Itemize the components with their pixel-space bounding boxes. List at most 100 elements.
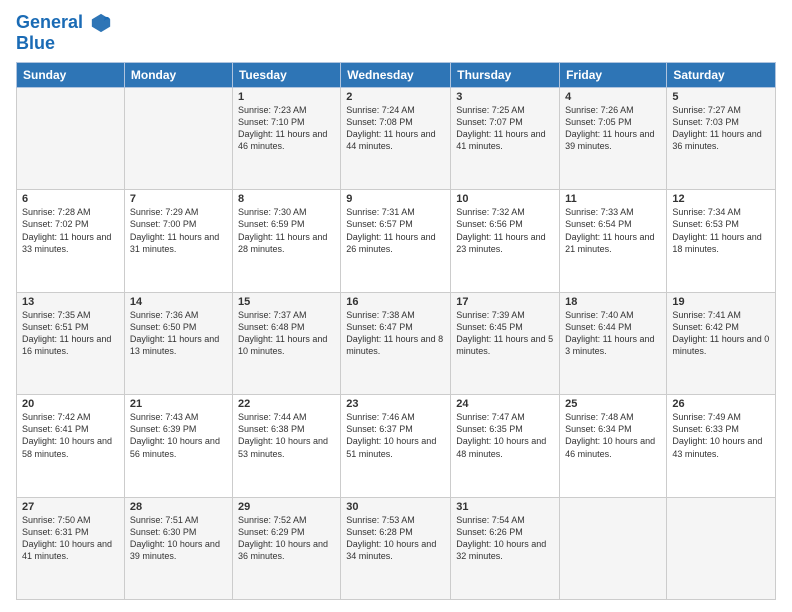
day-cell: 11Sunrise: 7:33 AMSunset: 6:54 PMDayligh… <box>560 190 667 292</box>
day-cell <box>124 87 232 189</box>
day-info: Sunrise: 7:47 AMSunset: 6:35 PMDaylight:… <box>456 411 554 460</box>
day-info: Sunrise: 7:28 AMSunset: 7:02 PMDaylight:… <box>22 206 119 255</box>
col-header-friday: Friday <box>560 62 667 87</box>
day-info: Sunrise: 7:43 AMSunset: 6:39 PMDaylight:… <box>130 411 227 460</box>
day-number: 8 <box>238 193 335 205</box>
day-info: Sunrise: 7:33 AMSunset: 6:54 PMDaylight:… <box>565 206 661 255</box>
day-cell: 2Sunrise: 7:24 AMSunset: 7:08 PMDaylight… <box>341 87 451 189</box>
day-info: Sunrise: 7:50 AMSunset: 6:31 PMDaylight:… <box>22 514 119 563</box>
day-cell: 4Sunrise: 7:26 AMSunset: 7:05 PMDaylight… <box>560 87 667 189</box>
day-cell: 20Sunrise: 7:42 AMSunset: 6:41 PMDayligh… <box>17 395 125 497</box>
day-cell: 24Sunrise: 7:47 AMSunset: 6:35 PMDayligh… <box>451 395 560 497</box>
day-cell: 26Sunrise: 7:49 AMSunset: 6:33 PMDayligh… <box>667 395 776 497</box>
day-info: Sunrise: 7:31 AMSunset: 6:57 PMDaylight:… <box>346 206 445 255</box>
day-number: 18 <box>565 296 661 308</box>
day-number: 17 <box>456 296 554 308</box>
col-header-saturday: Saturday <box>667 62 776 87</box>
day-cell: 5Sunrise: 7:27 AMSunset: 7:03 PMDaylight… <box>667 87 776 189</box>
day-cell: 7Sunrise: 7:29 AMSunset: 7:00 PMDaylight… <box>124 190 232 292</box>
day-info: Sunrise: 7:38 AMSunset: 6:47 PMDaylight:… <box>346 309 445 358</box>
col-header-tuesday: Tuesday <box>232 62 340 87</box>
day-number: 5 <box>672 91 770 103</box>
day-number: 7 <box>130 193 227 205</box>
day-info: Sunrise: 7:26 AMSunset: 7:05 PMDaylight:… <box>565 104 661 153</box>
day-cell: 30Sunrise: 7:53 AMSunset: 6:28 PMDayligh… <box>341 497 451 599</box>
day-cell <box>17 87 125 189</box>
day-info: Sunrise: 7:40 AMSunset: 6:44 PMDaylight:… <box>565 309 661 358</box>
day-cell: 23Sunrise: 7:46 AMSunset: 6:37 PMDayligh… <box>341 395 451 497</box>
day-number: 4 <box>565 91 661 103</box>
day-cell: 19Sunrise: 7:41 AMSunset: 6:42 PMDayligh… <box>667 292 776 394</box>
day-cell <box>560 497 667 599</box>
calendar: SundayMondayTuesdayWednesdayThursdayFrid… <box>16 62 776 600</box>
col-header-monday: Monday <box>124 62 232 87</box>
day-cell: 21Sunrise: 7:43 AMSunset: 6:39 PMDayligh… <box>124 395 232 497</box>
day-info: Sunrise: 7:23 AMSunset: 7:10 PMDaylight:… <box>238 104 335 153</box>
day-number: 30 <box>346 501 445 513</box>
day-cell: 18Sunrise: 7:40 AMSunset: 6:44 PMDayligh… <box>560 292 667 394</box>
day-info: Sunrise: 7:25 AMSunset: 7:07 PMDaylight:… <box>456 104 554 153</box>
day-number: 1 <box>238 91 335 103</box>
day-info: Sunrise: 7:24 AMSunset: 7:08 PMDaylight:… <box>346 104 445 153</box>
day-number: 21 <box>130 398 227 410</box>
day-number: 27 <box>22 501 119 513</box>
day-info: Sunrise: 7:41 AMSunset: 6:42 PMDaylight:… <box>672 309 770 358</box>
day-number: 16 <box>346 296 445 308</box>
day-cell: 6Sunrise: 7:28 AMSunset: 7:02 PMDaylight… <box>17 190 125 292</box>
col-header-thursday: Thursday <box>451 62 560 87</box>
logo-text: General <box>16 12 112 34</box>
day-cell: 3Sunrise: 7:25 AMSunset: 7:07 PMDaylight… <box>451 87 560 189</box>
day-cell <box>667 497 776 599</box>
col-header-wednesday: Wednesday <box>341 62 451 87</box>
day-cell: 14Sunrise: 7:36 AMSunset: 6:50 PMDayligh… <box>124 292 232 394</box>
day-number: 6 <box>22 193 119 205</box>
day-cell: 16Sunrise: 7:38 AMSunset: 6:47 PMDayligh… <box>341 292 451 394</box>
day-number: 22 <box>238 398 335 410</box>
day-cell: 8Sunrise: 7:30 AMSunset: 6:59 PMDaylight… <box>232 190 340 292</box>
day-number: 9 <box>346 193 445 205</box>
day-number: 29 <box>238 501 335 513</box>
day-number: 11 <box>565 193 661 205</box>
week-row-5: 27Sunrise: 7:50 AMSunset: 6:31 PMDayligh… <box>17 497 776 599</box>
day-number: 24 <box>456 398 554 410</box>
day-cell: 31Sunrise: 7:54 AMSunset: 6:26 PMDayligh… <box>451 497 560 599</box>
logo: General Blue <box>16 12 112 54</box>
col-header-sunday: Sunday <box>17 62 125 87</box>
week-row-4: 20Sunrise: 7:42 AMSunset: 6:41 PMDayligh… <box>17 395 776 497</box>
day-info: Sunrise: 7:44 AMSunset: 6:38 PMDaylight:… <box>238 411 335 460</box>
day-number: 25 <box>565 398 661 410</box>
page: General Blue SundayMondayTuesdayWed <box>0 0 792 612</box>
day-cell: 12Sunrise: 7:34 AMSunset: 6:53 PMDayligh… <box>667 190 776 292</box>
day-number: 23 <box>346 398 445 410</box>
day-info: Sunrise: 7:42 AMSunset: 6:41 PMDaylight:… <box>22 411 119 460</box>
day-info: Sunrise: 7:30 AMSunset: 6:59 PMDaylight:… <box>238 206 335 255</box>
day-info: Sunrise: 7:39 AMSunset: 6:45 PMDaylight:… <box>456 309 554 358</box>
day-number: 13 <box>22 296 119 308</box>
day-info: Sunrise: 7:36 AMSunset: 6:50 PMDaylight:… <box>130 309 227 358</box>
day-cell: 25Sunrise: 7:48 AMSunset: 6:34 PMDayligh… <box>560 395 667 497</box>
day-info: Sunrise: 7:32 AMSunset: 6:56 PMDaylight:… <box>456 206 554 255</box>
day-number: 26 <box>672 398 770 410</box>
day-info: Sunrise: 7:46 AMSunset: 6:37 PMDaylight:… <box>346 411 445 460</box>
day-number: 12 <box>672 193 770 205</box>
day-cell: 17Sunrise: 7:39 AMSunset: 6:45 PMDayligh… <box>451 292 560 394</box>
day-info: Sunrise: 7:49 AMSunset: 6:33 PMDaylight:… <box>672 411 770 460</box>
day-number: 19 <box>672 296 770 308</box>
day-cell: 1Sunrise: 7:23 AMSunset: 7:10 PMDaylight… <box>232 87 340 189</box>
day-info: Sunrise: 7:52 AMSunset: 6:29 PMDaylight:… <box>238 514 335 563</box>
week-row-3: 13Sunrise: 7:35 AMSunset: 6:51 PMDayligh… <box>17 292 776 394</box>
day-number: 20 <box>22 398 119 410</box>
day-info: Sunrise: 7:53 AMSunset: 6:28 PMDaylight:… <box>346 514 445 563</box>
day-cell: 9Sunrise: 7:31 AMSunset: 6:57 PMDaylight… <box>341 190 451 292</box>
day-number: 31 <box>456 501 554 513</box>
day-cell: 29Sunrise: 7:52 AMSunset: 6:29 PMDayligh… <box>232 497 340 599</box>
day-cell: 22Sunrise: 7:44 AMSunset: 6:38 PMDayligh… <box>232 395 340 497</box>
day-number: 28 <box>130 501 227 513</box>
header: General Blue <box>16 12 776 54</box>
day-info: Sunrise: 7:34 AMSunset: 6:53 PMDaylight:… <box>672 206 770 255</box>
day-info: Sunrise: 7:51 AMSunset: 6:30 PMDaylight:… <box>130 514 227 563</box>
day-cell: 27Sunrise: 7:50 AMSunset: 6:31 PMDayligh… <box>17 497 125 599</box>
day-number: 10 <box>456 193 554 205</box>
day-number: 15 <box>238 296 335 308</box>
day-info: Sunrise: 7:35 AMSunset: 6:51 PMDaylight:… <box>22 309 119 358</box>
